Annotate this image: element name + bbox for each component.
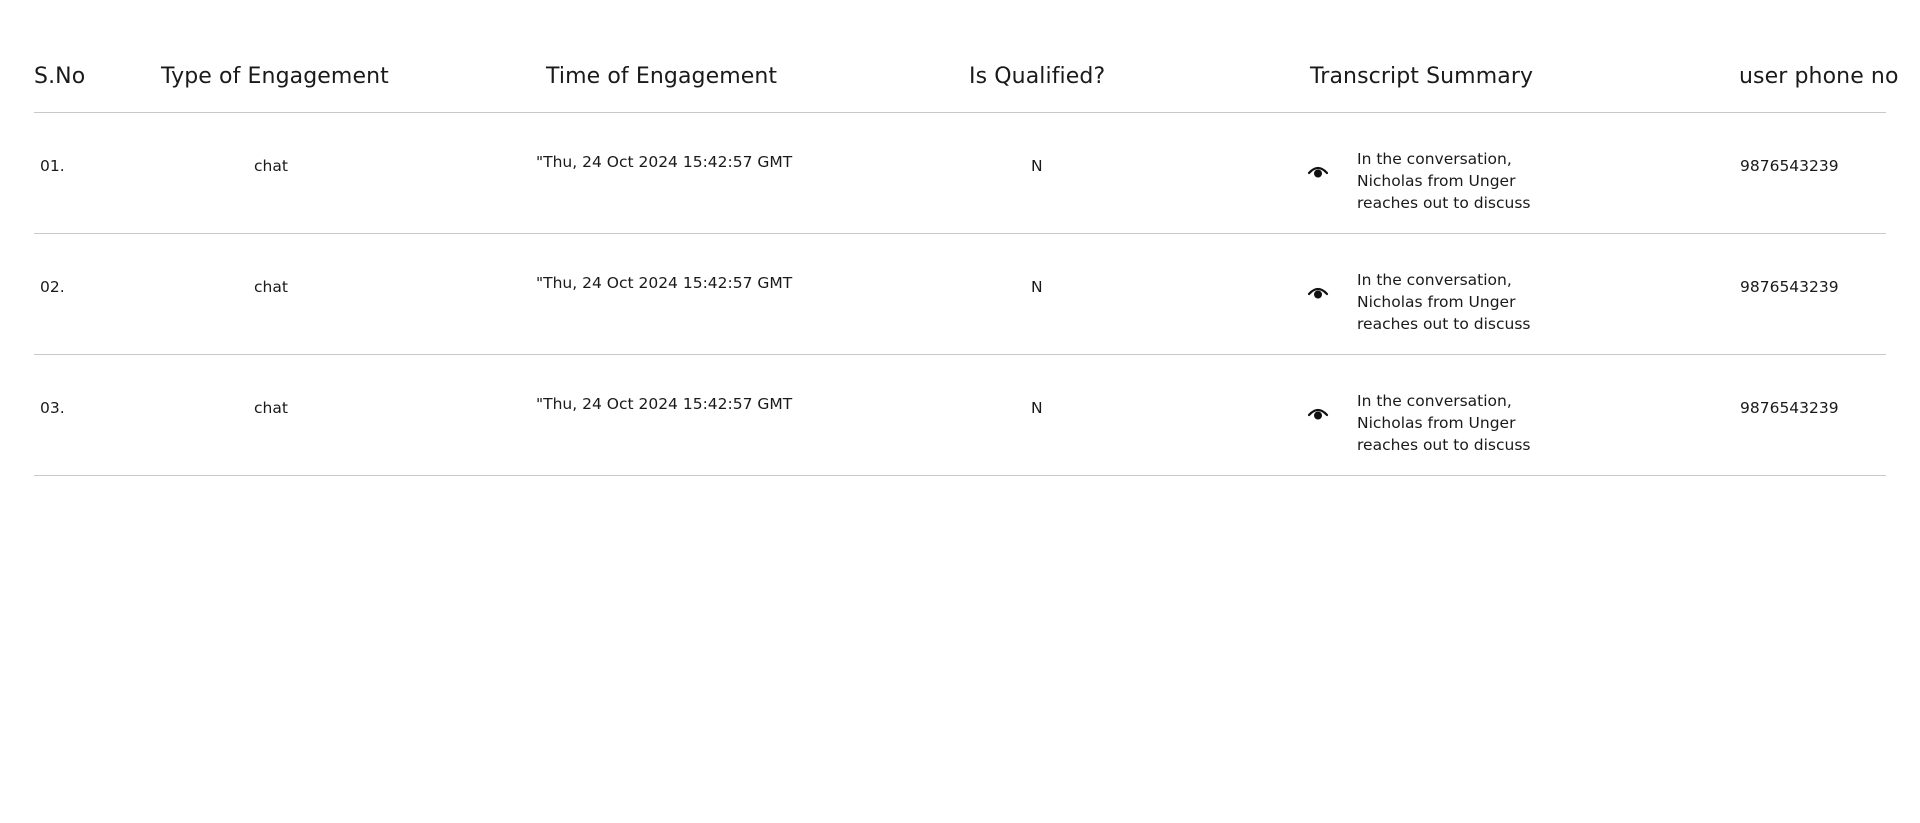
header-is-qualified: Is Qualified?	[969, 64, 1106, 89]
row-engagement-type: chat	[254, 278, 288, 296]
table-row: 01. chat "Thu, 24 Oct 2024 15:42:57 GMT …	[34, 113, 1886, 234]
row-serial-number: 03.	[40, 399, 65, 417]
row-qualified-status: N	[1031, 157, 1043, 175]
eye-icon[interactable]	[1307, 163, 1329, 179]
row-transcript-summary: In the conversation, Nicholas from Unger…	[1357, 392, 1531, 450]
table-header-row: S.No Type of Engagement Time of Engageme…	[34, 40, 1898, 113]
row-serial-number: 01.	[40, 157, 65, 175]
row-engagement-time: "Thu, 24 Oct 2024 15:42:57 GMT	[536, 395, 793, 413]
table-row: 02. chat "Thu, 24 Oct 2024 15:42:57 GMT …	[34, 234, 1886, 355]
row-user-phone: 9876543239	[1740, 157, 1839, 175]
row-engagement-type: chat	[254, 399, 288, 417]
eye-icon[interactable]	[1307, 284, 1329, 300]
header-sno: S.No	[34, 64, 86, 89]
row-serial-number: 02.	[40, 278, 65, 296]
engagements-table: S.No Type of Engagement Time of Engageme…	[34, 40, 1898, 476]
header-type-of-engagement: Type of Engagement	[161, 64, 389, 89]
row-transcript-summary: In the conversation, Nicholas from Unger…	[1357, 271, 1531, 329]
header-transcript-summary: Transcript Summary	[1310, 64, 1534, 89]
row-transcript-summary: In the conversation, Nicholas from Unger…	[1357, 150, 1531, 208]
row-engagement-time: "Thu, 24 Oct 2024 15:42:57 GMT	[536, 153, 793, 171]
eye-icon[interactable]	[1307, 405, 1329, 421]
header-time-of-engagement: Time of Engagement	[546, 64, 778, 89]
row-qualified-status: N	[1031, 278, 1043, 296]
table-row: 03. chat "Thu, 24 Oct 2024 15:42:57 GMT …	[34, 355, 1886, 476]
row-engagement-time: "Thu, 24 Oct 2024 15:42:57 GMT	[536, 274, 793, 292]
row-engagement-type: chat	[254, 157, 288, 175]
row-user-phone: 9876543239	[1740, 399, 1839, 417]
row-qualified-status: N	[1031, 399, 1043, 417]
header-user-phone-no: user phone no	[1739, 64, 1899, 89]
row-user-phone: 9876543239	[1740, 278, 1839, 296]
